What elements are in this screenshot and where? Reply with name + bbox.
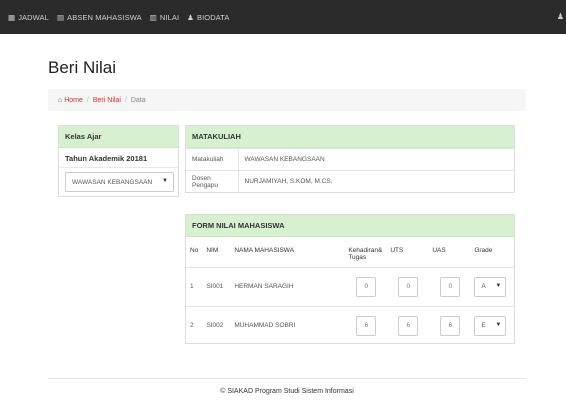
cell-no: 2: [186, 305, 203, 345]
table-row: 2 SI002 MUHAMMAD SOBRI 6 6 6 E ▼: [186, 305, 514, 345]
calendar-icon: ▦: [8, 12, 16, 22]
kehadiran-input[interactable]: 0: [356, 276, 377, 297]
table-header-row: No NIM NAMA MAHASISWA Kehadiran& Tugas U…: [186, 237, 514, 267]
grade-select[interactable]: E ▼: [474, 315, 507, 336]
breadcrumb-active: Data: [130, 96, 146, 104]
cell-nim: SI002: [202, 305, 231, 345]
caret-down-icon: ▼: [495, 321, 502, 328]
kelas-ajar-panel: Kelas Ajar Tahun Akademik 20181 WAWASAN …: [58, 125, 179, 197]
uts-input[interactable]: 6: [398, 315, 419, 336]
uas-input[interactable]: 6: [440, 315, 461, 336]
col-grade: Grade: [474, 247, 493, 254]
kelas-ajar-heading: Kelas Ajar: [59, 126, 178, 148]
tahun-akademik: Tahun Akademik 20181: [59, 148, 178, 168]
table-row: Matakuliah WAWASAN KEBANGSAAN: [186, 148, 514, 171]
matakuliah-select-value: WAWASAN KEBANGSAAN: [72, 178, 153, 186]
caret-down-icon: ▼: [162, 178, 168, 184]
matakuliah-panel: MATAKULIAH Matakuliah WAWASAN KEBANGSAAN…: [185, 125, 515, 193]
breadcrumb-separator: /: [86, 96, 89, 104]
matakuliah-label: Matakuliah: [186, 148, 239, 171]
nav-absen-label: ABSEN MAHASISWA: [67, 12, 142, 22]
uts-input[interactable]: 0: [398, 276, 419, 297]
matakuliah-value: WAWASAN KEBANGSAAN: [238, 148, 514, 171]
breadcrumb-beri-nilai[interactable]: Beri Nilai: [93, 97, 121, 104]
user-menu-icon[interactable]: ♟: [557, 12, 564, 21]
col-no: No: [190, 247, 199, 254]
col-uts: UTS: [390, 247, 404, 254]
user-icon: ▤: [56, 12, 65, 22]
dosen-label: Dosen Pengapu: [186, 170, 239, 193]
breadcrumb-separator: /: [124, 96, 127, 104]
top-navbar: ▦ JADWAL ▤ ABSEN MAHASISWA ▥ NILAI ♟ BIO…: [0, 0, 566, 34]
matakuliah-table: Matakuliah WAWASAN KEBANGSAAN Dosen Peng…: [186, 148, 514, 193]
table-row: Dosen Pengapu NURJAMIYAH, S.KOM, M.CS.: [186, 170, 514, 193]
col-nama: NAMA MAHASISWA: [234, 247, 295, 254]
form-nilai-heading: FORM NILAI MAHASISWA: [186, 215, 514, 237]
cell-nama: HERMAN SARAGIH: [230, 266, 345, 306]
person-icon: ♟: [187, 12, 194, 22]
cell-nama: MUHAMMAD SOBRI: [230, 305, 345, 345]
cell-no: 1: [186, 266, 203, 306]
nav-jadwal-label: JADWAL: [18, 12, 49, 22]
form-nilai-panel: FORM NILAI MAHASISWA No NIM NAMA MAHASIS…: [185, 214, 515, 345]
nilai-table: No NIM NAMA MAHASISWA Kehadiran& Tugas U…: [186, 237, 514, 345]
footer: © SIAKAD Program Studi Sistem Informasi: [48, 378, 526, 408]
nav-biodata-label: BIODATA: [196, 12, 230, 22]
home-icon: ⌂: [58, 96, 63, 104]
table-row: 1 SI001 HERMAN SARAGIH 0 0 0 A ▼: [186, 266, 514, 306]
cell-nim: SI001: [202, 266, 231, 306]
grade-select-value: E: [481, 322, 486, 330]
nav-nilai[interactable]: ▥ NILAI: [150, 0, 179, 34]
nav-jadwal[interactable]: ▦ JADWAL: [8, 0, 49, 34]
dosen-value: NURJAMIYAH, S.KOM, M.CS.: [238, 170, 514, 193]
table-icon: ▥: [149, 12, 157, 22]
nav-absen-mahasiswa[interactable]: ▤ ABSEN MAHASISWA: [57, 0, 142, 34]
breadcrumb-home[interactable]: Home: [64, 97, 83, 104]
breadcrumb: ⌂ Home / Beri Nilai / Data: [48, 89, 526, 111]
nav-biodata[interactable]: ♟ BIODATA: [187, 0, 229, 34]
caret-down-icon: ▼: [495, 282, 502, 289]
matakuliah-heading: MATAKULIAH: [186, 126, 514, 148]
col-nim: NIM: [206, 247, 219, 254]
col-uas: UAS: [432, 247, 446, 254]
kehadiran-input[interactable]: 6: [356, 315, 377, 336]
matakuliah-select[interactable]: WAWASAN KEBANGSAAN ▼: [65, 172, 174, 192]
page-title: Beri Nilai: [48, 58, 117, 77]
grade-select-value: A: [481, 283, 486, 290]
grade-select[interactable]: A ▼: [474, 276, 507, 297]
uas-input[interactable]: 0: [440, 276, 461, 297]
col-kehadiran: Kehadiran& Tugas: [348, 247, 383, 261]
nav-nilai-label: NILAI: [159, 12, 180, 22]
